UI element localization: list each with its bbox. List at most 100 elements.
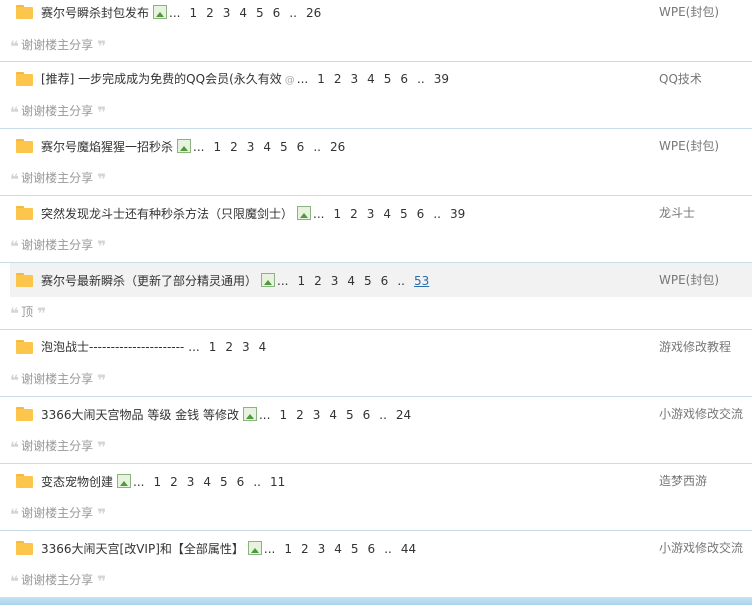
page-link[interactable]: 2 bbox=[334, 72, 342, 86]
page-gap: .. bbox=[313, 140, 321, 154]
thread-title-link[interactable]: 突然发现龙斗士还有种秒杀方法（只限魔剑士） bbox=[41, 207, 293, 221]
page-link[interactable]: 3 bbox=[247, 140, 255, 154]
last-page-link[interactable]: 44 bbox=[401, 542, 416, 556]
forum-name[interactable]: QQ技术 bbox=[659, 72, 702, 86]
forum-name[interactable]: 小游戏修改交流 bbox=[659, 541, 743, 555]
thread-row: [推荐] 一步完成成为免费的QQ会员(永久有效 @... 1 2 3 4 5 6.. 39 QQ技… bbox=[0, 62, 752, 129]
page-link[interactable]: 4 bbox=[383, 207, 391, 221]
page-link[interactable]: 2 bbox=[230, 140, 238, 154]
forum-name[interactable]: 造梦西游 bbox=[659, 474, 707, 488]
image-attachment-icon bbox=[261, 273, 276, 287]
thread-title-link[interactable]: 赛尔号瞬杀封包发布 bbox=[41, 6, 149, 20]
page-link[interactable]: 6 bbox=[363, 408, 371, 422]
page-link[interactable]: 5 bbox=[220, 475, 228, 489]
last-reply: ❛❛ 谢谢楼主分享 ❜❜ bbox=[10, 439, 106, 456]
last-page-link[interactable]: 4 bbox=[259, 340, 267, 354]
image-attachment-icon bbox=[242, 407, 257, 421]
page-link[interactable]: 1 bbox=[209, 340, 217, 354]
page-link[interactable]: 6 bbox=[297, 140, 305, 154]
page-link[interactable]: 4 bbox=[329, 408, 337, 422]
quote-close-icon: ❜❜ bbox=[37, 304, 46, 323]
page-link[interactable]: 3 bbox=[367, 207, 375, 221]
page-link[interactable]: 1 bbox=[333, 207, 341, 221]
thread-title-link[interactable]: 变态宠物创建 bbox=[41, 475, 113, 489]
page-links: ... 1 2 3 4 5 6.. 44 bbox=[264, 542, 425, 556]
forum-name[interactable]: 游戏修改教程 bbox=[659, 340, 731, 354]
page-link[interactable]: 4 bbox=[263, 140, 271, 154]
page-links: ... 1 2 3 4 5 6.. 26 bbox=[193, 140, 354, 154]
image-attachment-icon bbox=[117, 474, 132, 488]
page-link[interactable]: 6 bbox=[237, 475, 245, 489]
page-link[interactable]: 6 bbox=[368, 542, 376, 556]
quote-open-icon: ❛❛ bbox=[10, 103, 19, 122]
page-link[interactable]: 2 bbox=[314, 274, 322, 288]
page-link[interactable]: 6 bbox=[417, 207, 425, 221]
page-link[interactable]: 1 bbox=[279, 408, 287, 422]
thread-title-link[interactable]: [推荐] 一步完成成为免费的QQ会员(永久有效 bbox=[41, 72, 282, 86]
last-page-link[interactable]: 11 bbox=[270, 475, 285, 489]
page-link[interactable]: 5 bbox=[384, 72, 392, 86]
image-attachment-icon bbox=[153, 5, 168, 19]
forum-name[interactable]: WPE(封包) bbox=[659, 273, 719, 287]
forum-name[interactable]: 小游戏修改交流 bbox=[659, 407, 743, 421]
quote-close-icon: ❜❜ bbox=[97, 237, 106, 256]
page-link[interactable]: 4 bbox=[334, 542, 342, 556]
page-link[interactable]: 1 bbox=[213, 140, 221, 154]
page-link[interactable]: 2 bbox=[225, 340, 233, 354]
last-page-link[interactable]: 39 bbox=[450, 207, 465, 221]
quote-open-icon: ❛❛ bbox=[10, 37, 19, 56]
forum-name[interactable]: 龙斗士 bbox=[659, 206, 695, 220]
thread-title-link[interactable]: 赛尔号最新瞬杀（更新了部分精灵通用） bbox=[41, 274, 257, 288]
page-link[interactable]: 2 bbox=[206, 6, 214, 20]
last-page-link[interactable]: 26 bbox=[306, 6, 321, 20]
thread-title-link[interactable]: 3366大闹天宫物品 等级 金钱 等修改 bbox=[41, 408, 239, 422]
page-link[interactable]: 3 bbox=[331, 274, 339, 288]
page-link[interactable]: 1 bbox=[189, 6, 197, 20]
last-page-link[interactable]: 24 bbox=[396, 408, 411, 422]
page-link[interactable]: 2 bbox=[170, 475, 178, 489]
page-link[interactable]: 5 bbox=[256, 6, 264, 20]
page-link[interactable]: 6 bbox=[273, 6, 281, 20]
page-link[interactable]: 2 bbox=[350, 207, 358, 221]
page-link[interactable]: 1 bbox=[153, 475, 161, 489]
page-link[interactable]: 3 bbox=[242, 340, 250, 354]
page-links: ... 1 2 3 4 5 6.. 53 bbox=[277, 274, 438, 288]
page-link[interactable]: 4 bbox=[239, 6, 247, 20]
page-link[interactable]: 5 bbox=[364, 274, 372, 288]
page-link[interactable]: 2 bbox=[296, 408, 304, 422]
last-page-link[interactable]: 53 bbox=[414, 274, 429, 288]
page-ellipsis: ... bbox=[169, 6, 181, 20]
thread-title-link[interactable]: 泡泡战士---------------------- bbox=[41, 340, 184, 354]
image-attachment-icon bbox=[247, 541, 262, 555]
page-link[interactable]: 4 bbox=[203, 475, 211, 489]
page-link[interactable]: 3 bbox=[318, 542, 326, 556]
thread-title: 突然发现龙斗士还有种秒杀方法（只限魔剑士）... 1 2 3 4 5 6.. 39 bbox=[41, 206, 474, 221]
page-link[interactable]: 6 bbox=[381, 274, 389, 288]
thread-title-link[interactable]: 赛尔号魔焰猩猩一招秒杀 bbox=[41, 140, 173, 154]
page-link[interactable]: 5 bbox=[351, 542, 359, 556]
last-reply-text: 谢谢楼主分享 bbox=[21, 439, 94, 453]
forum-name[interactable]: WPE(封包) bbox=[659, 139, 719, 153]
page-link[interactable]: 3 bbox=[187, 475, 195, 489]
page-link[interactable]: 1 bbox=[317, 72, 325, 86]
page-link[interactable]: 4 bbox=[367, 72, 375, 86]
folder-icon bbox=[16, 541, 33, 555]
page-link[interactable]: 5 bbox=[400, 207, 408, 221]
page-link[interactable]: 1 bbox=[297, 274, 305, 288]
page-link[interactable]: 1 bbox=[284, 542, 292, 556]
page-link[interactable]: 5 bbox=[280, 140, 288, 154]
quote-open-icon: ❛❛ bbox=[10, 371, 19, 390]
page-link[interactable]: 4 bbox=[347, 274, 355, 288]
page-link[interactable]: 6 bbox=[400, 72, 408, 86]
page-link[interactable]: 2 bbox=[301, 542, 309, 556]
forum-name[interactable]: WPE(封包) bbox=[659, 5, 719, 19]
page-link[interactable]: 3 bbox=[351, 72, 359, 86]
last-page-link[interactable]: 26 bbox=[330, 140, 345, 154]
thread-title-link[interactable]: 3366大闹天宫[改VIP]和【全部属性】 bbox=[41, 542, 244, 556]
page-gap: .. bbox=[253, 475, 261, 489]
thread-list: 赛尔号瞬杀封包发布... 1 2 3 4 5 6.. 26 WPE(封包) ❛❛ 谢谢楼主分享 ❜❜[… bbox=[0, 0, 752, 598]
page-link[interactable]: 3 bbox=[223, 6, 231, 20]
last-page-link[interactable]: 39 bbox=[434, 72, 449, 86]
page-link[interactable]: 5 bbox=[346, 408, 354, 422]
page-link[interactable]: 3 bbox=[313, 408, 321, 422]
